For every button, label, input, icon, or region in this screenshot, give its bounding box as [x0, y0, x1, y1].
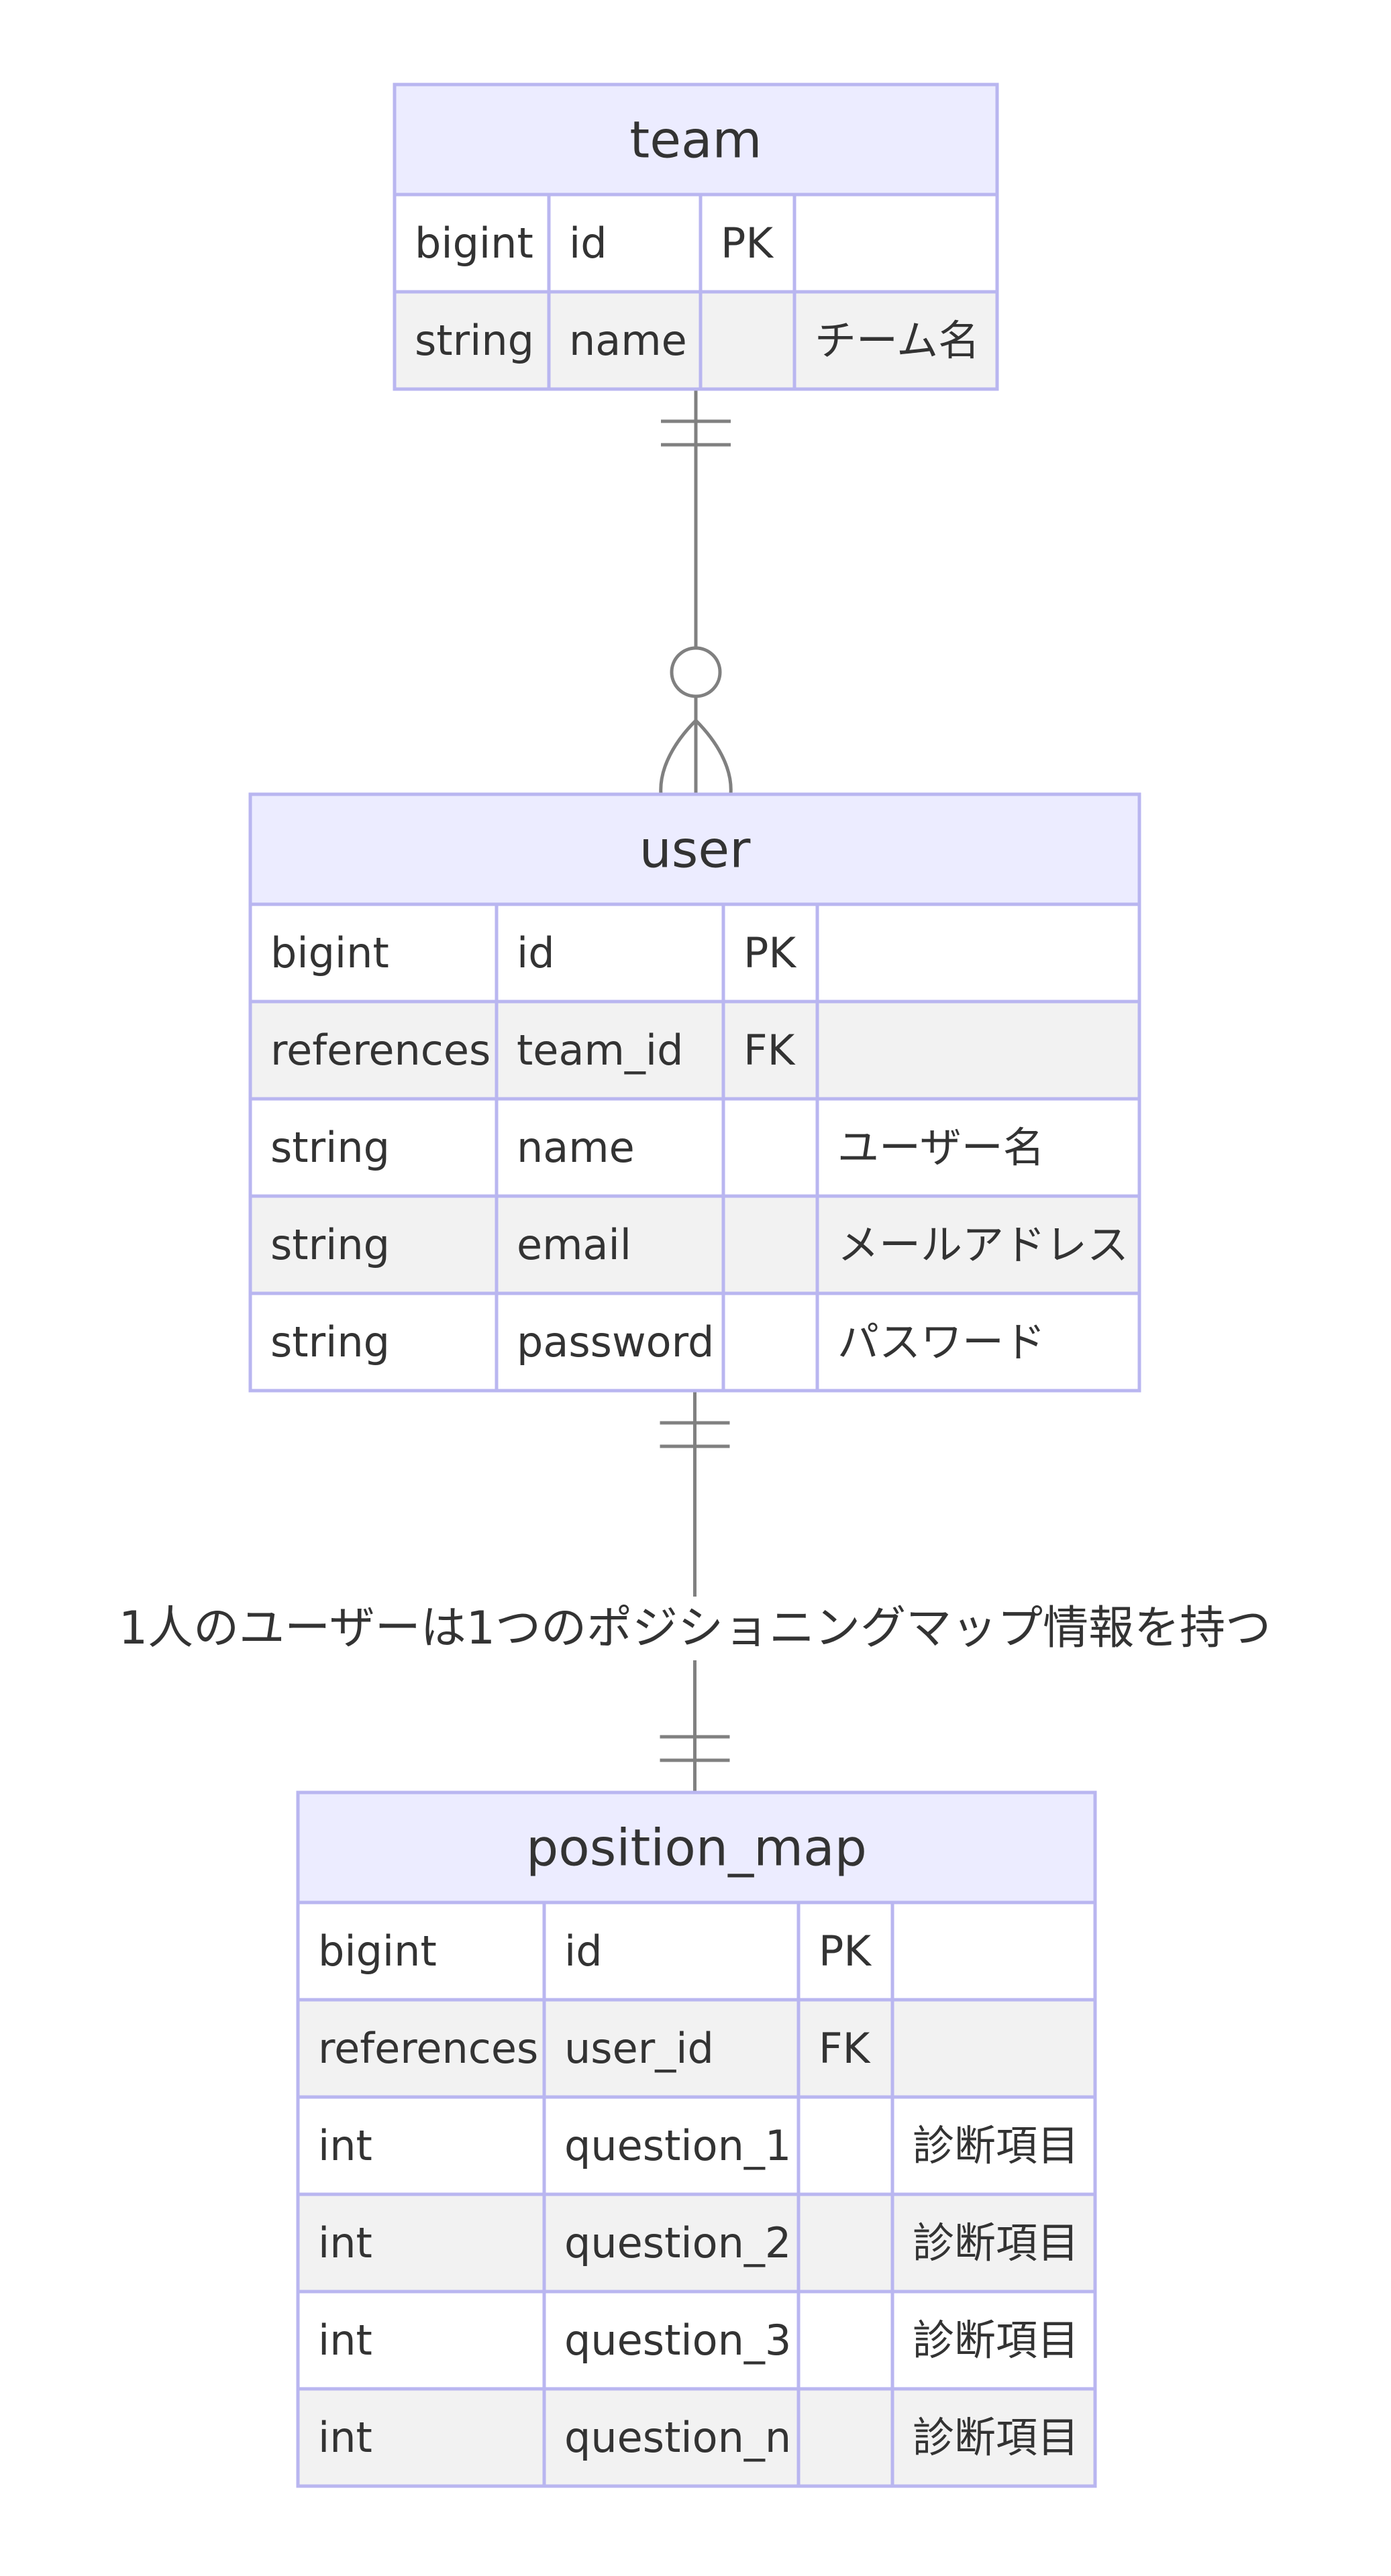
attribute-comment: 診断項目	[913, 2316, 1079, 2365]
attribute-comment: 診断項目	[913, 2121, 1079, 2170]
relationship-labels: 1人のユーザーは1つのポジショニングマップ情報を持つ	[111, 1597, 1278, 1660]
attribute-key: PK	[819, 1927, 872, 1976]
crow-foot-right	[694, 719, 733, 795]
attribute-name: question_n	[564, 2413, 791, 2462]
entity-title: user	[639, 820, 752, 879]
attribute-row: string name ユーザー名	[250, 1099, 1139, 1196]
attribute-row: references user_id FK	[298, 2000, 1095, 2097]
relationship-user-position_map	[660, 1391, 730, 1792]
attribute-key: FK	[743, 1026, 796, 1075]
entity-user: user bigint id PK references team_id FK string n…	[248, 792, 1141, 1393]
attribute-row: bigint id PK	[395, 195, 997, 292]
attribute-comment: チーム名	[815, 316, 980, 365]
attribute-comment: 診断項目	[913, 2218, 1079, 2267]
attribute-type: references	[318, 2024, 538, 2073]
attribute-row: int question_1 診断項目	[298, 2097, 1095, 2194]
entity-title: team	[629, 110, 762, 170]
attribute-name: email	[517, 1220, 631, 1269]
attribute-row: bigint id PK	[298, 1902, 1095, 2000]
attribute-row: int question_3 診断項目	[298, 2292, 1095, 2389]
cardinality-circle	[670, 646, 722, 698]
attribute-type: int	[318, 2218, 372, 2267]
attribute-name: question_3	[564, 2316, 791, 2365]
relationship-label: 1人のユーザーは1つのポジショニングマップ情報を持つ	[119, 1602, 1271, 1655]
attribute-type: string	[415, 316, 534, 365]
attribute-type: string	[270, 1318, 390, 1366]
attribute-name: id	[569, 219, 607, 268]
attribute-type: string	[270, 1123, 390, 1172]
attribute-comment: パスワード	[837, 1318, 1045, 1366]
attribute-row: string email メールアドレス	[250, 1196, 1139, 1293]
crow-foot-left	[659, 719, 697, 795]
attribute-name: id	[517, 928, 555, 977]
attribute-key: PK	[721, 219, 774, 268]
attribute-name: id	[564, 1927, 603, 1976]
attribute-comment: 診断項目	[913, 2413, 1079, 2462]
attribute-row: int question_2 診断項目	[298, 2194, 1095, 2292]
attribute-name: team_id	[517, 1026, 683, 1075]
entity-team: team bigint id PK string name チーム名	[393, 83, 999, 391]
attribute-name: question_2	[564, 2218, 791, 2267]
attribute-name: name	[569, 316, 687, 365]
entity-position-map: position_mapbigint id PK references user_id F…	[296, 1790, 1097, 2488]
attribute-key: FK	[819, 2024, 871, 2073]
attribute-type: int	[318, 2121, 372, 2170]
relationship-team-user	[659, 389, 733, 795]
attribute-name: password	[517, 1318, 714, 1366]
attribute-row: string password パスワード	[250, 1293, 1139, 1391]
attribute-key: PK	[743, 928, 796, 977]
attribute-name: question_1	[564, 2121, 791, 2170]
attribute-name: name	[517, 1123, 635, 1172]
attribute-row: string name チーム名	[395, 292, 997, 389]
attribute-row: bigint id PK	[250, 904, 1139, 1002]
attribute-type: bigint	[270, 928, 389, 977]
attribute-type: bigint	[318, 1927, 437, 1976]
attribute-type: int	[318, 2413, 372, 2462]
attribute-type: string	[270, 1220, 390, 1269]
attribute-type: int	[318, 2316, 372, 2365]
attribute-type: references	[270, 1026, 491, 1075]
er-diagram: team bigint id PK string name チーム名 user bigint id…	[111, 83, 1278, 2488]
attribute-comment: ユーザー名	[837, 1123, 1045, 1172]
attribute-type: bigint	[415, 219, 533, 268]
attribute-name: user_id	[564, 2024, 714, 2073]
attribute-comment: メールアドレス	[837, 1220, 1129, 1269]
entity-title: position_map	[526, 1818, 867, 1878]
attribute-row: int question_n 診断項目	[298, 2389, 1095, 2486]
attribute-row: references team_id FK	[250, 1002, 1139, 1099]
